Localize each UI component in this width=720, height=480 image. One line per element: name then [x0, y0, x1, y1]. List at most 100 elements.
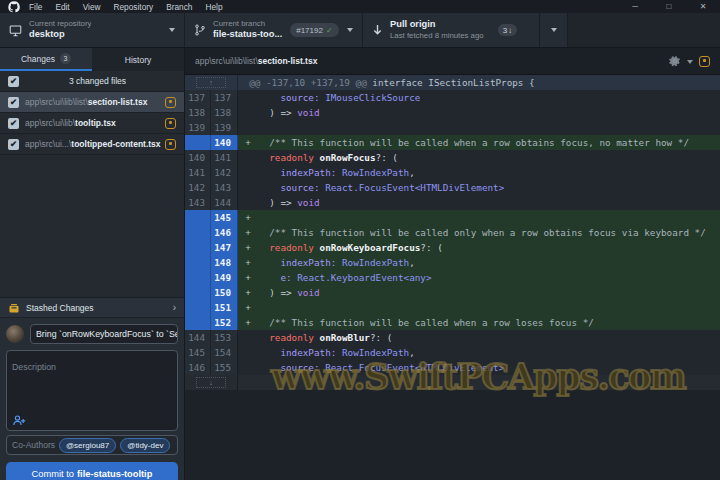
current-branch-label: Current branch [213, 19, 282, 29]
modified-status-icon [165, 139, 176, 150]
current-branch-value: file-status-too... [213, 29, 282, 41]
computer-icon [9, 24, 22, 37]
close-icon[interactable]: ✕ [686, 0, 720, 13]
sidebar-tabs: Changes 3 History [0, 48, 184, 71]
changed-files-count: 3 changed files [19, 76, 176, 86]
diff-context-line: 144153 readonly onRowBlur?: ( [185, 330, 720, 345]
file-path: app\src\ui\lib\tooltip.tsx [25, 118, 165, 128]
file-row[interactable]: ✔ app\src\ui...\tooltipped-content.tsx [0, 134, 184, 155]
chevron-down-icon [551, 28, 557, 32]
branch-icon [194, 23, 206, 37]
diff-file-header: app\src\ui\lib\list\section-list.tsx [185, 48, 720, 75]
menu-file[interactable]: File [27, 2, 44, 12]
diff-context-line: 139139 [185, 120, 720, 135]
commit-description-textarea[interactable]: Description [6, 350, 178, 431]
tab-label: Changes [21, 54, 55, 64]
avatar [6, 325, 24, 343]
diff-context-line: 138138 ) => void [185, 105, 720, 120]
commit-form: Bring `onRowKeyboardFocus` to `Se Descri… [0, 318, 184, 480]
chevron-right-icon: › [173, 302, 176, 313]
menu-repository[interactable]: Repository [112, 2, 156, 12]
pull-count-badge: 3↓ [498, 24, 517, 36]
description-placeholder: Description [12, 362, 56, 372]
file-row[interactable]: ✔ app\src\ui\lib\tooltip.tsx [0, 113, 184, 134]
diff-added-line[interactable]: 140+ /** This function will be called wh… [185, 135, 720, 150]
file-path: app\src\ui\lib\list\section-list.tsx [25, 97, 165, 107]
expand-hunk-up-button[interactable]: ↑ [185, 75, 238, 90]
file-checkbox[interactable]: ✔ [8, 139, 19, 150]
current-repository-value: desktop [29, 29, 91, 41]
minimize-icon[interactable]: ─ [618, 0, 652, 13]
coauthor-pill[interactable]: @sergiou87 [59, 438, 116, 453]
diff-added-line[interactable]: 145+ [185, 210, 720, 225]
changes-count-badge: 3 [60, 53, 71, 64]
tab-history[interactable]: History [92, 48, 184, 71]
menu-help[interactable]: Help [203, 2, 224, 12]
file-checkbox[interactable]: ✔ [8, 97, 19, 108]
diff-file-path-prefix: app\src\ui\lib\list\ [195, 56, 258, 66]
coauthors-field[interactable]: Co-Authors @sergiou87 @tidy-dev [6, 435, 178, 455]
expand-hunk-down-button[interactable]: ↓ [185, 375, 238, 390]
watermark: www.SwiftPCApps.com [271, 356, 685, 397]
toolbar: Current repository desktop Current branc… [0, 13, 720, 48]
diff-context-line: 137137 source: IMouseClickSource [185, 90, 720, 105]
tab-label: History [125, 55, 151, 65]
select-all-checkbox[interactable]: ✔ [8, 76, 19, 87]
commit-summary-input[interactable]: Bring `onRowKeyboardFocus` to `Se [30, 324, 178, 344]
current-repository-label: Current repository [29, 19, 91, 29]
diff-panel: app\src\ui\lib\list\section-list.tsx ↑ @… [185, 48, 720, 480]
chevron-down-icon[interactable] [687, 56, 693, 66]
diff-added-line[interactable]: 147+ readonly onRowKeyboardFocus?: ( [185, 240, 720, 255]
commit-button[interactable]: Commit to file-status-tooltip [6, 462, 178, 480]
diff-file-name: section-list.tsx [258, 56, 318, 66]
github-desktop-logo-icon [8, 1, 20, 13]
chevron-down-icon [161, 28, 175, 32]
sidebar-filler [0, 155, 184, 297]
arrow-down-icon [372, 24, 383, 37]
check-icon: ✓ [326, 26, 333, 35]
current-repository-button[interactable]: Current repository desktop [0, 13, 185, 47]
modified-status-icon [165, 118, 176, 129]
modified-status-icon [699, 56, 710, 67]
stashed-changes-label: Stashed Changes [26, 303, 94, 313]
pull-options-dropdown[interactable] [540, 13, 568, 47]
diff-added-line[interactable]: 151+ [185, 300, 720, 315]
coauthors-label: Co-Authors [12, 440, 55, 450]
arrow-down-icon: ↓ [508, 26, 512, 35]
changed-files-list: ✔ app\src\ui\lib\list\section-list.tsx ✔ ap… [0, 92, 184, 155]
menu-edit[interactable]: Edit [53, 2, 71, 12]
diff-hunk-header: ↑ @@ -137,10 +137,19 @@ interface ISecti… [185, 75, 720, 90]
menubar: File Edit View Repository Branch Help [27, 2, 234, 12]
changed-files-header[interactable]: ✔ 3 changed files [0, 71, 184, 92]
titlebar: File Edit View Repository Branch Help ─ □ ✕ [0, 0, 720, 13]
chevron-down-icon [339, 28, 353, 32]
tab-changes[interactable]: Changes 3 [0, 48, 92, 71]
diff-context-line: 140141 readonly onRowFocus?: ( [185, 150, 720, 165]
coauthor-pill[interactable]: @tidy-dev [120, 438, 170, 453]
current-branch-button[interactable]: Current branch file-status-too... #17192… [185, 13, 363, 47]
stash-icon [8, 302, 20, 314]
diff-context-line: 142143 source: React.FocusEvent<HTMLDivE… [185, 180, 720, 195]
file-row[interactable]: ✔ app\src\ui\lib\list\section-list.tsx [0, 92, 184, 113]
pull-origin-button[interactable]: Pull origin Last fetched 8 minutes ago 3… [363, 13, 540, 47]
sidebar: Changes 3 History ✔ 3 changed files ✔ app\s… [0, 48, 185, 480]
pull-origin-subtitle: Last fetched 8 minutes ago [390, 31, 484, 41]
file-checkbox[interactable]: ✔ [8, 118, 19, 129]
menu-branch[interactable]: Branch [164, 2, 194, 12]
diff-context-line: 141142 indexPath: RowIndexPath, [185, 165, 720, 180]
diff-added-line[interactable]: 149+ e: React.KeyboardEvent<any> [185, 270, 720, 285]
stashed-changes-row[interactable]: Stashed Changes › [0, 297, 184, 318]
maximize-icon[interactable]: □ [652, 0, 686, 13]
diff-view: ↑ @@ -137,10 +137,19 @@ interface ISecti… [185, 75, 720, 390]
gear-icon[interactable] [669, 55, 681, 67]
diff-added-line[interactable]: 148+ indexPath: RowIndexPath, [185, 255, 720, 270]
modified-status-icon [165, 97, 176, 108]
diff-context-line: 143144 ) => void [185, 195, 720, 210]
pr-badge: #17192 ✓ [290, 23, 338, 37]
menu-view[interactable]: View [81, 2, 103, 12]
diff-added-line[interactable]: 150+ ) => void [185, 285, 720, 300]
add-coauthor-icon[interactable] [13, 415, 26, 426]
diff-added-line[interactable]: 146+ /** This function will be called on… [185, 225, 720, 240]
file-path: app\src\ui...\tooltipped-content.tsx [25, 139, 165, 149]
diff-added-line[interactable]: 152+ /** This function will be called wh… [185, 315, 720, 330]
